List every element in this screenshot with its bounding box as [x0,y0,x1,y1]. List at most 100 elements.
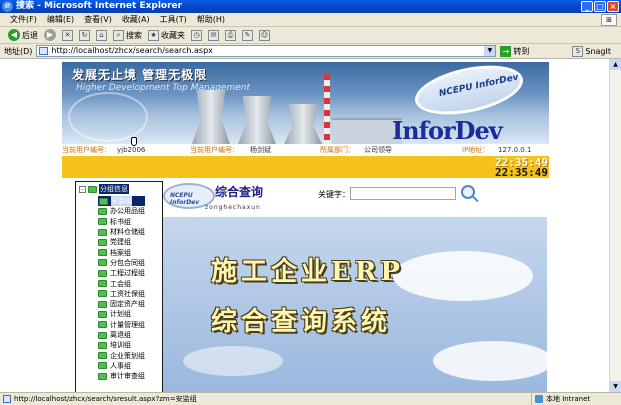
tree-item[interactable]: 计划组 [98,309,145,319]
section-heading: 综合查询 [215,185,264,199]
tree-root[interactable]: - 分组信息 [79,184,129,194]
mouse-cursor-icon [131,137,137,146]
mail-icon[interactable]: ✉ [208,29,219,41]
collapse-icon[interactable]: - [79,185,86,193]
tree-item[interactable]: 党建组 [98,237,145,247]
folder-icon [98,249,107,257]
back-arrow-icon: ◀ [8,29,20,41]
tree-item-label[interactable]: 计划组 [110,309,131,319]
keyword-input[interactable] [350,187,456,200]
search-button[interactable]: ⌕ 搜索 [113,29,142,41]
tree-item-label[interactable]: 工会组 [110,279,131,289]
tree-item-label[interactable]: 计量管理组 [110,320,145,330]
folder-icon [98,218,107,226]
tree-item[interactable]: 工程过程组 [98,268,145,278]
folder-icon [88,185,97,193]
snagit-icon: S [572,46,584,57]
tree-item[interactable]: 审计审查组 [98,371,145,381]
tree-item[interactable]: 企业策划组 [98,350,145,360]
tree-item[interactable]: 材料仓储组 [98,227,145,237]
tree-item-label[interactable]: 工程过程组 [110,268,145,278]
go-arrow-icon: → [500,45,512,57]
tree-item[interactable]: 档案组 [98,247,145,257]
tree-item-label[interactable]: 离退组 [110,330,131,340]
ip-value: 127.0.0.1 [498,146,532,154]
back-button[interactable]: ◀ 后退 [8,29,38,41]
title-bar: e 搜索 - Microsoft Internet Explorer _ □ × [0,0,621,13]
folder-icon [98,321,107,329]
section-pinyin: zonghechaxun [205,204,261,211]
print-icon[interactable]: ⎙ [225,29,236,41]
tree-item[interactable]: 标书组 [98,217,145,227]
edit-icon[interactable]: ✎ [242,29,253,41]
seal-text: NCEPU InforDev [438,72,520,100]
go-button[interactable]: → 转到 [500,45,529,57]
tree-item[interactable]: 安监组 [98,196,145,207]
tree-item[interactable]: 工会组 [98,278,145,288]
folder-icon [99,197,108,205]
page-icon [3,395,11,403]
tree-item-label[interactable]: 企业策划组 [110,351,145,361]
favorites-button[interactable]: ★ 收藏夹 [148,29,185,41]
snagit-label: SnagIt [585,47,611,56]
scroll-down-icon[interactable]: ▼ [610,381,621,392]
stop-icon[interactable]: ✕ [62,29,73,41]
tree-item[interactable]: 人事组 [98,361,145,371]
tree-root-label[interactable]: 分组信息 [99,184,129,194]
close-button[interactable]: × [607,1,619,12]
menu-edit[interactable]: 编辑(E) [47,14,74,25]
tree-item[interactable]: 离退组 [98,330,145,340]
tree-item[interactable]: 工资社保组 [98,289,145,299]
tree-item-label[interactable]: 档案组 [110,248,131,258]
scroll-up-icon[interactable]: ▲ [610,59,621,70]
globe-graphic [68,92,148,142]
tree-item-label[interactable]: 人事组 [110,361,131,371]
chimney [324,74,330,144]
home-icon[interactable]: ⌂ [96,29,107,41]
tree-item-label[interactable]: 审计审查组 [110,371,145,381]
vertical-scrollbar[interactable]: ▲ ▼ [609,59,621,392]
tree-item-label[interactable]: 办公用品组 [110,206,145,216]
tree-item[interactable]: 分包合同组 [98,258,145,268]
search-label: 搜索 [126,30,142,40]
banner-slogan: 发展无止境 管理无极限 [72,68,208,82]
cooling-tower [192,90,230,144]
menu-help[interactable]: 帮助(H) [197,14,225,25]
tree-item[interactable]: 办公用品组 [98,206,145,216]
minimize-button[interactable]: _ [581,1,593,12]
tree-item-label[interactable]: 党建组 [110,237,131,247]
keyword-label: 关键字： [318,190,350,199]
menu-view[interactable]: 查看(V) [84,14,112,25]
tree-item-label[interactable]: 安监组 [111,196,132,207]
address-input[interactable]: http://localhost/zhcx/search/search.aspx… [36,45,497,57]
tree-list: 安监组 办公用品组 标书组 材料仓储组 党建组 档案组 分包合同组 工程过程组 … [98,196,145,381]
snagit-button[interactable]: S SnagIt [572,46,611,57]
search-icon: ⌕ [113,29,124,41]
windows-logo-icon: ⊞ [601,14,617,26]
tree-item-label[interactable]: 培训组 [110,340,131,350]
messenger-icon[interactable]: ☺ [259,29,270,41]
search-icon[interactable] [461,185,475,199]
seal-logo: NCEPU InforDev [410,62,528,123]
toolbar: ◀ 后退 ▶ ✕ ↻ ⌂ ⌕ 搜索 ★ 收藏夹 ◷ ✉ ⎙ ✎ ☺ [0,27,621,44]
tree-item[interactable]: 培训组 [98,340,145,350]
maximize-button[interactable]: □ [594,1,606,12]
tree-item[interactable]: 计量管理组 [98,320,145,330]
chevron-down-icon[interactable]: ▼ [484,46,496,56]
group-tree: - 分组信息 安监组 办公用品组 标书组 材料仓储组 党建组 档案组 分包合同组… [75,181,163,392]
history-icon[interactable]: ◷ [191,29,202,41]
tree-item-label[interactable]: 标书组 [110,217,131,227]
menu-favorites[interactable]: 收藏(A) [122,14,150,25]
menu-file[interactable]: 文件(F) [10,14,37,25]
tree-item-label[interactable]: 固定资产组 [110,299,145,309]
tree-item-label[interactable]: 工资社保组 [110,289,145,299]
menu-tools[interactable]: 工具(T) [160,14,187,25]
clock-time: 22:35:49 [495,166,548,179]
clock-bar: 22:35:49 22:35:49 [62,156,549,179]
forward-button[interactable]: ▶ [44,29,56,41]
folder-icon [98,372,107,380]
tree-item-label[interactable]: 材料仓储组 [110,227,145,237]
refresh-icon[interactable]: ↻ [79,29,90,41]
tree-item-label[interactable]: 分包合同组 [110,258,145,268]
tree-item[interactable]: 固定资产组 [98,299,145,309]
